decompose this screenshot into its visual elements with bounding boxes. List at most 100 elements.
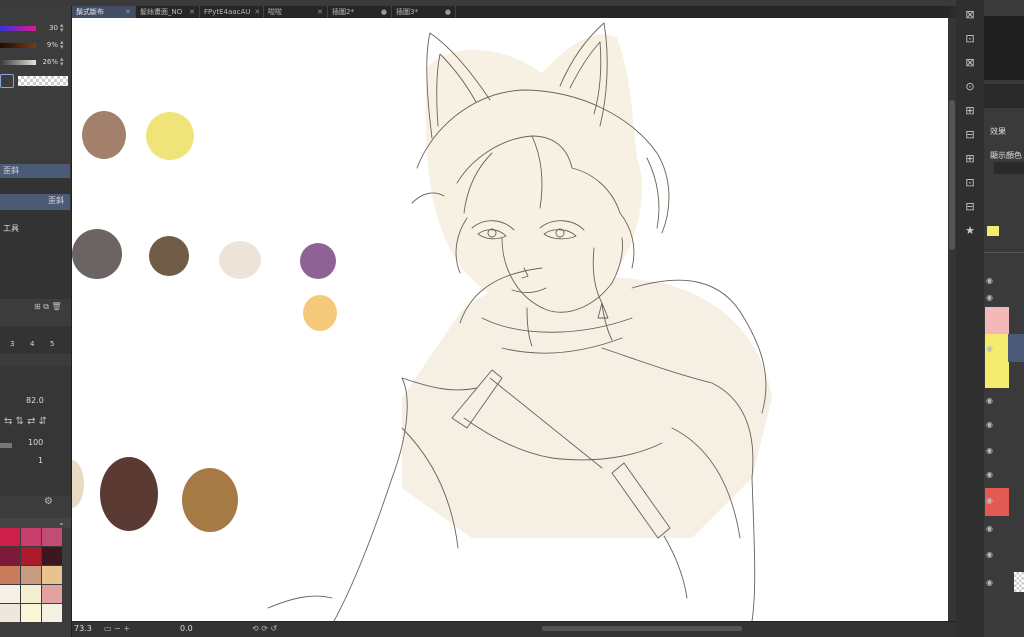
eye-icon[interactable]: ◉: [986, 446, 993, 455]
star-icon[interactable]: ★: [961, 222, 979, 240]
tool-icon-9[interactable]: ⊟: [961, 198, 979, 216]
eye-icon[interactable]: ◉: [986, 550, 993, 559]
spin-icon[interactable]: ▴ ▾: [60, 39, 64, 51]
subtool-actions[interactable]: ⊞ ⧉ 🗑: [34, 302, 62, 312]
brush-size-3[interactable]: 3: [10, 340, 14, 348]
saturation-slider[interactable]: 9% ▴ ▾: [0, 39, 72, 51]
palette-swatch[interactable]: [42, 547, 62, 565]
layer-color-swatch[interactable]: [987, 226, 999, 236]
palette-swatch[interactable]: [42, 566, 62, 584]
color-set-header[interactable]: ⌄: [0, 518, 71, 528]
eye-icon[interactable]: ◉: [986, 420, 993, 429]
navigator-preview[interactable]: [984, 16, 1024, 80]
tab-document-6[interactable]: 插圖3* ●: [392, 6, 456, 18]
tool-icon-5[interactable]: ⊞: [961, 102, 979, 120]
display-color-select[interactable]: [994, 162, 1024, 174]
palette-swatch[interactable]: [0, 547, 20, 565]
layer-thumbnail[interactable]: [1014, 572, 1024, 592]
drawing-canvas[interactable]: [72, 18, 948, 621]
canvas-color-dot[interactable]: [82, 111, 126, 159]
transform-icons[interactable]: ⇆ ⇅ ⇄ ⇵: [4, 416, 47, 427]
palette-swatch[interactable]: [42, 604, 62, 622]
subtool-item[interactable]: 工具: [0, 222, 70, 236]
tab-document-5[interactable]: 插圖2* ●: [328, 6, 392, 18]
tab-document-3[interactable]: FPytE4aacAU ✕: [200, 6, 264, 18]
subtool-header[interactable]: 歪斜: [0, 164, 70, 178]
sub-view[interactable]: [984, 84, 1024, 108]
tool-icon-6[interactable]: ⊟: [961, 126, 979, 144]
eye-icon[interactable]: ◉: [986, 344, 993, 353]
eye-icon[interactable]: ◉: [986, 470, 993, 479]
chevron-down-icon[interactable]: ⌄: [58, 518, 65, 527]
eye-icon[interactable]: ◉: [986, 578, 993, 587]
color-swatch-main[interactable]: [0, 74, 14, 88]
zoom-controls[interactable]: ▭ − +: [104, 624, 130, 633]
eye-icon[interactable]: ◉: [986, 293, 993, 302]
palette-swatch[interactable]: [21, 566, 41, 584]
palette-swatch[interactable]: [21, 528, 41, 546]
eye-icon[interactable]: ◉: [986, 524, 993, 533]
palette-swatch[interactable]: [21, 604, 41, 622]
canvas-color-dot[interactable]: [219, 241, 261, 279]
tab-document-4[interactable]: 啦啦 ✕: [264, 6, 328, 18]
canvas-color-dot[interactable]: [149, 236, 189, 276]
canvas-color-dot[interactable]: [72, 229, 122, 279]
tool-icon-8[interactable]: ⊡: [961, 174, 979, 192]
canvas-color-dot[interactable]: [182, 468, 238, 532]
spin-icon[interactable]: ▴ ▾: [60, 22, 64, 34]
layer-pink[interactable]: [985, 307, 1009, 334]
close-icon[interactable]: ✕: [189, 6, 195, 18]
layer-yellow[interactable]: [985, 334, 1009, 388]
horizontal-scrollbar[interactable]: [542, 626, 742, 631]
close-dot-icon[interactable]: ●: [381, 6, 387, 18]
palette-swatch[interactable]: [0, 604, 20, 622]
eye-icon[interactable]: ◉: [986, 496, 993, 505]
rotate-icons[interactable]: ⟲ ⟳ ↺: [252, 624, 277, 633]
layer-selected[interactable]: [1008, 334, 1024, 362]
density-bar[interactable]: [0, 443, 12, 448]
eye-icon[interactable]: ◉: [986, 396, 993, 405]
close-icon[interactable]: ✕: [125, 6, 131, 18]
zoom-level[interactable]: 73.3: [74, 624, 92, 633]
count-value[interactable]: 1: [38, 456, 43, 465]
brush-size-5[interactable]: 5: [50, 340, 54, 348]
eye-icon[interactable]: ◉: [986, 276, 993, 285]
brush-size-4[interactable]: 4: [30, 340, 34, 348]
canvas-color-dot[interactable]: [146, 112, 194, 160]
canvas-color-dot[interactable]: [100, 457, 158, 531]
close-icon[interactable]: ✕: [254, 6, 260, 18]
artwork-canvas[interactable]: [72, 18, 948, 621]
saturation-bar[interactable]: [0, 43, 36, 48]
canvas-color-dot[interactable]: [72, 460, 84, 508]
tool-icon-4[interactable]: ⊙: [961, 78, 979, 96]
settings-icon[interactable]: ⚙: [44, 496, 53, 507]
palette-swatch[interactable]: [21, 547, 41, 565]
palette-swatch[interactable]: [0, 528, 20, 546]
tab-document-2[interactable]: 髮絲畫面_NO ✕: [136, 6, 200, 18]
canvas-color-dot[interactable]: [300, 243, 336, 279]
value-bar[interactable]: [0, 60, 36, 65]
palette-swatch[interactable]: [0, 585, 20, 603]
tool-icon-1[interactable]: ⊠: [961, 6, 979, 24]
rotation-angle[interactable]: 0.0: [180, 624, 193, 633]
scrollbar-thumb[interactable]: [949, 100, 955, 250]
tab-document-1[interactable]: 鬚式斷布 ✕: [72, 6, 136, 18]
close-dot-icon[interactable]: ●: [445, 6, 451, 18]
subtool-item-selected[interactable]: 歪斜: [0, 194, 70, 210]
palette-swatch[interactable]: [0, 566, 20, 584]
tool-icon-3[interactable]: ⊠: [961, 54, 979, 72]
canvas-color-dot[interactable]: [303, 295, 337, 331]
tool-icon-2[interactable]: ⊡: [961, 30, 979, 48]
palette-swatch[interactable]: [42, 528, 62, 546]
spin-icon[interactable]: ▴ ▾: [60, 56, 64, 68]
palette-swatch[interactable]: [21, 585, 41, 603]
opacity-value[interactable]: 82.0: [26, 396, 44, 405]
tool-icon-7[interactable]: ⊞: [961, 150, 979, 168]
hue-slider[interactable]: 30 ▴ ▾: [0, 22, 72, 34]
close-icon[interactable]: ✕: [317, 6, 323, 18]
palette-swatch[interactable]: [42, 585, 62, 603]
density-value[interactable]: 100: [28, 438, 43, 447]
value-slider[interactable]: 26% ▴ ▾: [0, 56, 72, 68]
hue-bar[interactable]: [0, 26, 36, 31]
transparent-color-swatch[interactable]: [18, 76, 68, 86]
